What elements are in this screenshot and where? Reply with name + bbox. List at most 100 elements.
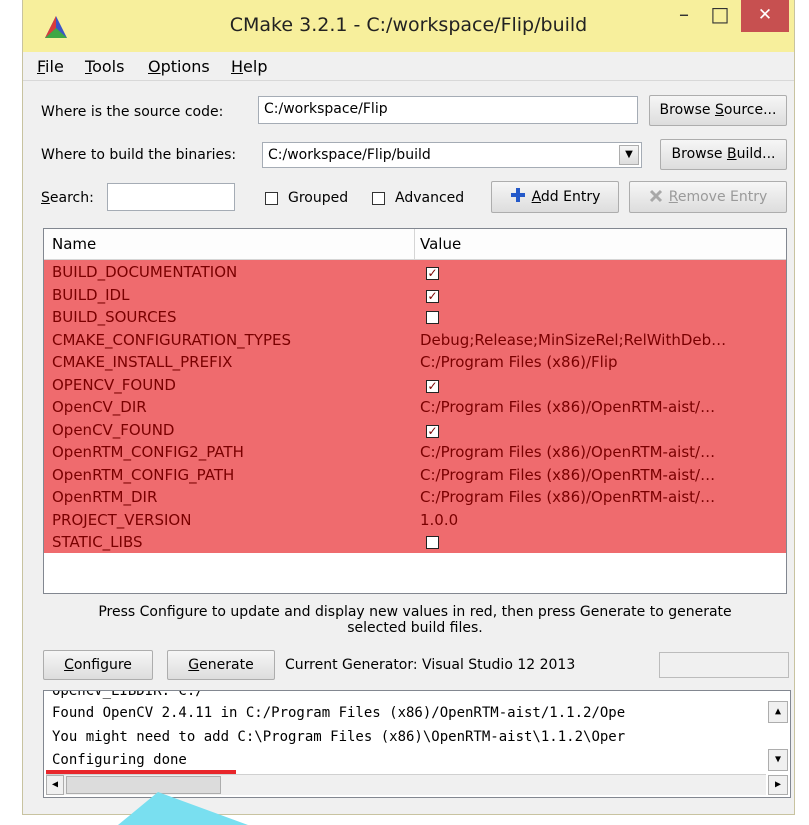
cache-entry-value[interactable]: C:/Program Files (x86)/Flip bbox=[420, 353, 782, 371]
cache-entry-value[interactable]: C:/Program Files (x86)/OpenRTM-aist/… bbox=[420, 443, 782, 461]
source-label: Where is the source code: bbox=[41, 104, 224, 120]
menu-file-label: ile bbox=[45, 57, 64, 76]
cache-entry-name: OPENCV_FOUND bbox=[52, 375, 176, 394]
cache-entry-checkbox[interactable]: ✓ bbox=[420, 263, 782, 281]
menu-file[interactable]: File bbox=[37, 57, 64, 76]
build-path-combo[interactable]: C:/workspace/Flip/build ▼ bbox=[262, 142, 642, 168]
output-log[interactable]: OpenCV_LIBDIR: C:/ Found OpenCV 2.4.11 i… bbox=[43, 690, 791, 798]
browse-build-key: B bbox=[726, 146, 737, 162]
search-input[interactable] bbox=[107, 183, 235, 211]
advanced-box bbox=[372, 191, 385, 205]
cache-entry-value[interactable]: C:/Program Files (x86)/OpenRTM-aist/… bbox=[420, 398, 782, 416]
cache-entry-name: BUILD_IDL bbox=[52, 285, 130, 304]
browse-source-label-b: ource... bbox=[723, 102, 777, 118]
highlight-underline bbox=[46, 770, 236, 774]
search-label-key: S bbox=[41, 190, 50, 206]
menu-options[interactable]: Options bbox=[148, 57, 210, 76]
cache-entry-value[interactable]: 1.0.0 bbox=[420, 511, 782, 529]
advanced-checkbox[interactable]: Advanced bbox=[372, 190, 464, 206]
browse-source-key: S bbox=[714, 102, 724, 118]
search-label-text: earch: bbox=[49, 190, 94, 206]
cache-entry-value[interactable]: Debug;Release;MinSizeRel;RelWithDeb… bbox=[420, 331, 782, 349]
table-row[interactable]: OpenRTM_CONFIG_PATH C:/Program Files (x86… bbox=[44, 462, 786, 485]
column-divider[interactable] bbox=[414, 229, 415, 259]
cache-entry-checkbox[interactable] bbox=[420, 308, 782, 328]
hint-text: Press Configure to update and display ne… bbox=[43, 604, 787, 636]
log-line: Found OpenCV 2.4.11 in C:/Program Files … bbox=[52, 705, 626, 721]
table-row[interactable]: STATIC_LIBS bbox=[44, 530, 786, 553]
browse-source-button[interactable]: Browse Source... bbox=[649, 95, 787, 126]
table-row[interactable]: OPENCV_FOUND ✓ bbox=[44, 372, 786, 395]
checked-checkbox[interactable]: ✓ bbox=[426, 289, 439, 303]
hint-line-1: Press Configure to update and display ne… bbox=[98, 604, 732, 620]
configure-button[interactable]: Configure bbox=[43, 650, 153, 680]
table-row[interactable]: OpenCV_FOUND ✓ bbox=[44, 417, 786, 440]
remove-entry-label: emove Entry bbox=[677, 189, 768, 205]
scroll-down-arrow[interactable]: ▼ bbox=[768, 749, 788, 771]
menu-help[interactable]: Help bbox=[231, 57, 267, 76]
close-button[interactable]: ✕ bbox=[741, 0, 789, 32]
add-entry-label: dd Entry bbox=[540, 189, 601, 205]
table-row[interactable]: BUILD_SOURCES bbox=[44, 305, 786, 328]
unchecked-checkbox[interactable] bbox=[426, 536, 439, 549]
cache-entry-checkbox[interactable] bbox=[420, 533, 782, 553]
cache-entry-name: OpenCV_DIR bbox=[52, 398, 147, 416]
cache-entry-checkbox[interactable]: ✓ bbox=[420, 376, 782, 394]
table-row[interactable]: OpenRTM_CONFIG2_PATH C:/Program Files (x8… bbox=[44, 440, 786, 463]
grouped-checkbox[interactable]: Grouped bbox=[265, 190, 348, 206]
add-entry-key: A bbox=[531, 189, 541, 205]
remove-entry-button[interactable]: Remove Entry bbox=[629, 181, 787, 213]
generate-key: G bbox=[188, 657, 200, 673]
cache-entry-name: OpenRTM_CONFIG2_PATH bbox=[52, 443, 244, 461]
title-bar[interactable]: CMake 3.2.1 - C:/workspace/Flip/build – … bbox=[23, 0, 794, 52]
scroll-right-arrow[interactable]: ▶ bbox=[768, 775, 788, 795]
hint-line-2: selected build files. bbox=[347, 620, 483, 636]
unchecked-checkbox[interactable] bbox=[426, 311, 439, 324]
configure-key: C bbox=[64, 657, 74, 673]
menu-tools[interactable]: Tools bbox=[85, 57, 124, 76]
table-row[interactable]: CMAKE_CONFIGURATION_TYPES Debug;Release;M… bbox=[44, 327, 786, 350]
advanced-label: Advanced bbox=[395, 190, 465, 206]
chevron-down-icon[interactable]: ▼ bbox=[619, 145, 639, 165]
build-path-value: C:/workspace/Flip/build bbox=[268, 147, 431, 163]
cache-entry-name: OpenRTM_CONFIG_PATH bbox=[52, 465, 235, 484]
source-path-input[interactable]: C:/workspace/Flip bbox=[258, 96, 638, 124]
menu-bar: File Tools Options Help bbox=[23, 52, 794, 81]
menu-help-key: H bbox=[231, 57, 244, 76]
add-entry-button[interactable]: Add Entry bbox=[491, 181, 619, 213]
log-line: OpenCV_LIBDIR: C:/ bbox=[52, 690, 204, 699]
scroll-left-arrow[interactable]: ◀ bbox=[46, 775, 64, 795]
cache-entry-checkbox[interactable]: ✓ bbox=[420, 421, 782, 439]
cache-entry-value[interactable]: C:/Program Files (x86)/OpenRTM-aist/… bbox=[420, 488, 782, 506]
column-header-value[interactable]: Value bbox=[420, 235, 461, 253]
maximize-button[interactable]: □ bbox=[703, 0, 737, 32]
progress-bar bbox=[659, 652, 789, 678]
x-icon bbox=[649, 189, 662, 203]
cache-entry-checkbox[interactable]: ✓ bbox=[420, 286, 782, 304]
checked-checkbox[interactable]: ✓ bbox=[426, 267, 439, 280]
checked-checkbox[interactable]: ✓ bbox=[426, 424, 439, 438]
column-header-name[interactable]: Name bbox=[52, 235, 96, 253]
table-row[interactable]: OpenCV_DIR C:/Program Files (x86)/OpenRTM… bbox=[44, 395, 786, 418]
minimize-button[interactable]: – bbox=[667, 0, 701, 32]
menu-file-key: F bbox=[37, 57, 46, 76]
menu-tools-label: ools bbox=[92, 57, 125, 76]
grouped-box bbox=[265, 191, 278, 205]
generate-button[interactable]: Generate bbox=[167, 650, 275, 680]
cache-entry-name: CMAKE_CONFIGURATION_TYPES bbox=[52, 330, 292, 349]
browse-build-label-a: Browse bbox=[671, 146, 727, 162]
cache-entry-value[interactable]: C:/Program Files (x86)/OpenRTM-aist/… bbox=[420, 466, 782, 484]
scroll-up-arrow[interactable]: ▲ bbox=[768, 701, 788, 723]
search-label: Search: bbox=[41, 190, 94, 206]
checked-checkbox[interactable]: ✓ bbox=[426, 379, 439, 393]
cache-table[interactable]: Name Value BUILD_DOCUMENTATION ✓ BUILD_IDL… bbox=[43, 228, 787, 594]
table-row[interactable]: BUILD_IDL ✓ bbox=[44, 282, 786, 305]
cache-entry-name: BUILD_DOCUMENTATION bbox=[52, 263, 238, 281]
menu-help-label: elp bbox=[243, 57, 268, 76]
table-row[interactable]: CMAKE_INSTALL_PREFIX C:/Program Files (x8… bbox=[44, 350, 786, 373]
menu-tools-key: T bbox=[85, 57, 93, 76]
browse-build-button[interactable]: Browse Build... bbox=[660, 139, 787, 170]
table-row[interactable]: PROJECT_VERSION 1.0.0 bbox=[44, 507, 786, 530]
table-row[interactable]: BUILD_DOCUMENTATION ✓ bbox=[44, 260, 786, 283]
table-row[interactable]: OpenRTM_DIR C:/Program Files (x86)/OpenRT… bbox=[44, 485, 786, 508]
